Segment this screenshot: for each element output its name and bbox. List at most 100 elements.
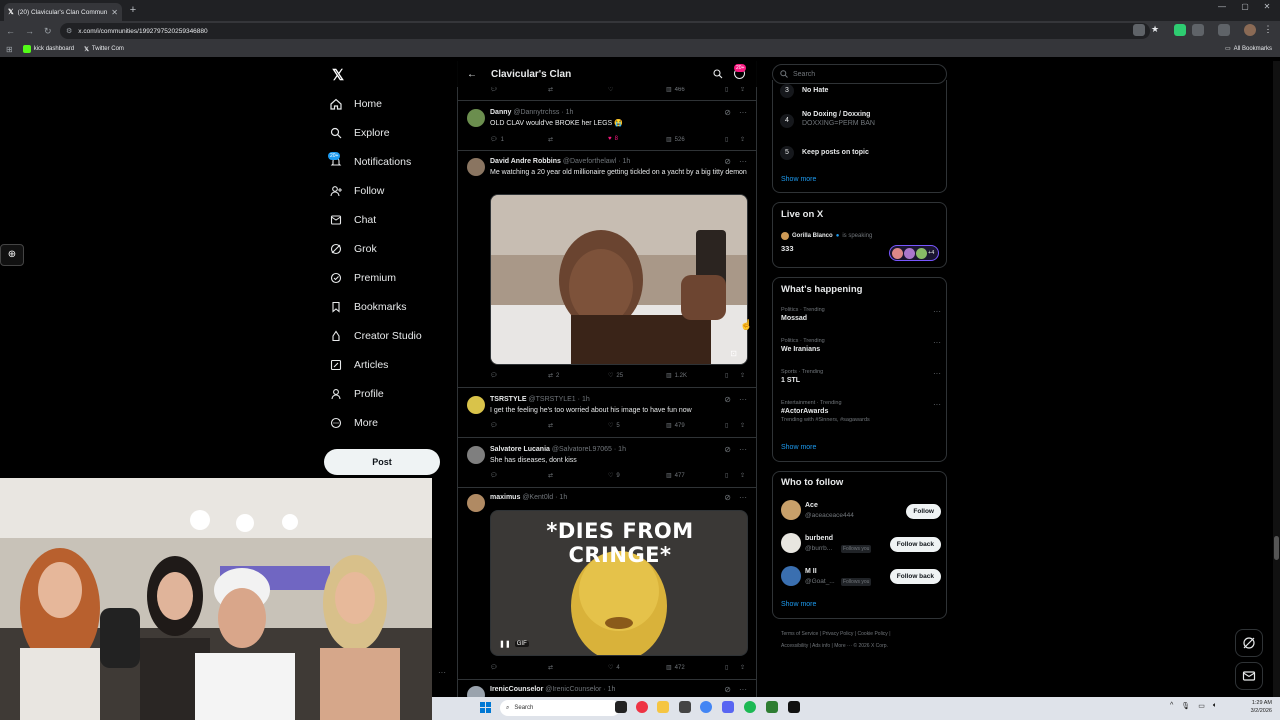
grok-post-icon[interactable]: ⊘ bbox=[724, 685, 731, 694]
nav-home[interactable]: Home bbox=[330, 98, 382, 110]
post-button[interactable]: Post bbox=[324, 449, 440, 475]
more-icon[interactable]: ··· bbox=[933, 338, 941, 347]
taskbar-clock[interactable]: 1:29 AM 3/2/2026 bbox=[1240, 699, 1272, 715]
reload-icon[interactable]: ↻ bbox=[44, 26, 52, 37]
footer-link[interactable]: Terms of Service bbox=[781, 631, 818, 637]
author-name[interactable]: Salvatore Lucania bbox=[490, 446, 550, 453]
like-stat[interactable]: ♡ 4 bbox=[608, 664, 620, 672]
nav-premium[interactable]: Premium bbox=[330, 272, 396, 284]
repost-icon[interactable]: ⇄ bbox=[548, 86, 553, 93]
nav-grok[interactable]: Grok bbox=[330, 243, 377, 255]
avatar[interactable] bbox=[781, 500, 801, 520]
repost-icon[interactable]: ⇄ bbox=[548, 472, 553, 479]
grok-post-icon[interactable]: ⊘ bbox=[724, 395, 731, 404]
repost-icon[interactable]: ⇄ bbox=[548, 422, 553, 429]
more-icon[interactable]: ··· bbox=[739, 445, 747, 454]
share-icon[interactable]: ⇪ bbox=[740, 664, 745, 671]
site-info-icon[interactable]: ⚙ bbox=[66, 27, 72, 35]
share-icon[interactable]: ⇪ bbox=[740, 86, 745, 93]
avatar[interactable] bbox=[467, 396, 485, 414]
follow-suggestion[interactable]: Ace @aceaceace444 Follow bbox=[781, 500, 941, 524]
profile-avatar[interactable] bbox=[1244, 24, 1256, 36]
post-irenic[interactable]: IrenicCounselor @IrenicCounselor · 1h ⊘ ·… bbox=[457, 680, 757, 704]
follow-back-button[interactable]: Follow back bbox=[889, 537, 941, 552]
author-name[interactable]: IrenicCounselor bbox=[490, 686, 543, 693]
like-stat[interactable]: ♥ 8 bbox=[608, 136, 618, 142]
terminal-icon[interactable] bbox=[788, 701, 800, 713]
like-stat[interactable]: ♡ 5 bbox=[608, 422, 620, 430]
post-salvatore[interactable]: Salvatore Lucania @SalvatoreL97065 · 1h … bbox=[457, 438, 757, 488]
trend-item[interactable]: Politics · Trending We Iranians ··· bbox=[781, 338, 941, 353]
avatar[interactable] bbox=[467, 109, 485, 127]
footer-link[interactable]: Ads info bbox=[812, 643, 830, 649]
windows-start-icon[interactable] bbox=[480, 702, 491, 713]
trend-item[interactable]: Entertainment · Trending #ActorAwards Tr… bbox=[781, 400, 941, 423]
grok-post-icon[interactable]: ⊘ bbox=[724, 445, 731, 454]
app-icon[interactable] bbox=[636, 701, 648, 713]
task-view-icon[interactable] bbox=[615, 701, 627, 713]
more-icon[interactable]: ··· bbox=[739, 108, 747, 117]
share-icon[interactable]: ⇪ bbox=[740, 372, 745, 379]
chrome-icon[interactable] bbox=[700, 701, 712, 713]
apps-grid-icon[interactable]: ⊞ bbox=[6, 45, 13, 54]
forward-icon[interactable]: → bbox=[25, 26, 34, 36]
post-david[interactable]: David Andre Robbins @Daveforthelawl · 1h… bbox=[457, 151, 757, 388]
nav-follow[interactable]: Follow bbox=[330, 185, 384, 197]
reply-stat[interactable]: 💬︎ 1 bbox=[490, 136, 504, 144]
like-icon[interactable]: ♡ bbox=[608, 86, 613, 93]
follow-suggestion[interactable]: burbend @burrb... Follows you Follow bac… bbox=[781, 533, 941, 557]
rules-show-more[interactable]: Show more bbox=[781, 176, 816, 183]
zoom-lens-icon[interactable]: ⊕ bbox=[0, 244, 24, 266]
reply-icon[interactable]: 💬︎ bbox=[490, 422, 498, 429]
footer-link[interactable]: Privacy Policy bbox=[822, 631, 853, 637]
grok-post-icon[interactable]: ⊘ bbox=[724, 108, 731, 117]
nav-more[interactable]: More bbox=[330, 417, 378, 429]
nav-articles[interactable]: Articles bbox=[330, 359, 388, 371]
more-icon[interactable]: ··· bbox=[933, 400, 941, 409]
extensions-puzzle-icon[interactable] bbox=[1192, 24, 1204, 36]
nav-chat[interactable]: Chat bbox=[330, 214, 376, 226]
views-stat[interactable]: ▥ 479 bbox=[666, 422, 685, 430]
captions-icon[interactable]: ⊡ bbox=[730, 349, 737, 358]
app-icon[interactable] bbox=[679, 701, 691, 713]
bookmark-icon[interactable]: ▯ bbox=[725, 664, 728, 671]
follow-back-button[interactable]: Follow back bbox=[889, 569, 941, 584]
nav-notifications[interactable]: Notifications bbox=[330, 156, 411, 168]
rule-item[interactable]: 4 No Doxing / Doxxing DOXXING=PERM BAN bbox=[780, 111, 875, 128]
back-icon[interactable]: ← bbox=[6, 26, 15, 36]
share-icon[interactable]: ⇪ bbox=[740, 422, 745, 429]
volume-icon[interactable]: 🔈︎ bbox=[1213, 702, 1217, 710]
author-name[interactable]: maximus bbox=[490, 494, 520, 501]
share-icon[interactable]: ⇪ bbox=[740, 472, 745, 479]
footer-link[interactable]: Accessibility bbox=[781, 643, 808, 649]
reply-icon[interactable]: 💬︎ bbox=[490, 86, 498, 93]
views-stat[interactable]: ▥ 472 bbox=[666, 664, 685, 672]
author-name[interactable]: TSRSTYLE bbox=[490, 396, 527, 403]
more-icon[interactable]: ··· bbox=[933, 307, 941, 316]
trend-item[interactable]: Sports · Trending 1 STL ··· bbox=[781, 369, 941, 384]
bookmark-twitter[interactable]: 𝕏 Twitter Com bbox=[84, 46, 124, 53]
browser-menu-icon[interactable]: ⋮ bbox=[1262, 24, 1274, 36]
pause-icon[interactable]: ❚❚ bbox=[499, 640, 511, 648]
bookmark-icon[interactable]: ▯ bbox=[725, 86, 728, 93]
app-icon[interactable] bbox=[766, 701, 778, 713]
more-icon[interactable]: ··· bbox=[739, 157, 747, 166]
live-space[interactable]: Gorilla Blanco ● is speaking 333 +4 bbox=[781, 232, 941, 262]
chevron-up-icon[interactable]: ^ bbox=[1170, 702, 1173, 710]
maximize-icon[interactable]: ▢ bbox=[1237, 2, 1253, 11]
footer-link[interactable]: More ··· bbox=[834, 643, 852, 649]
nav-bookmarks[interactable]: Bookmarks bbox=[330, 301, 407, 313]
happening-show-more[interactable]: Show more bbox=[781, 444, 816, 451]
taskbar-search[interactable]: ⌕ Search bbox=[500, 700, 620, 716]
rule-item[interactable]: 3 No Hate bbox=[780, 84, 828, 98]
trend-item[interactable]: Politics · Trending Mossad ··· bbox=[781, 307, 941, 322]
views-stat[interactable]: ▥ 526 bbox=[666, 136, 685, 144]
scrollbar[interactable] bbox=[1273, 61, 1280, 697]
extension-icon[interactable] bbox=[1174, 24, 1186, 36]
more-icon[interactable]: ··· bbox=[739, 685, 747, 694]
nav-explore[interactable]: Explore bbox=[330, 127, 390, 139]
grok-fab-button[interactable] bbox=[1235, 629, 1263, 657]
reply-icon[interactable]: 💬︎ bbox=[490, 472, 498, 479]
repost-icon[interactable]: ⇄ bbox=[548, 664, 553, 671]
more-icon[interactable]: ··· bbox=[739, 395, 747, 404]
